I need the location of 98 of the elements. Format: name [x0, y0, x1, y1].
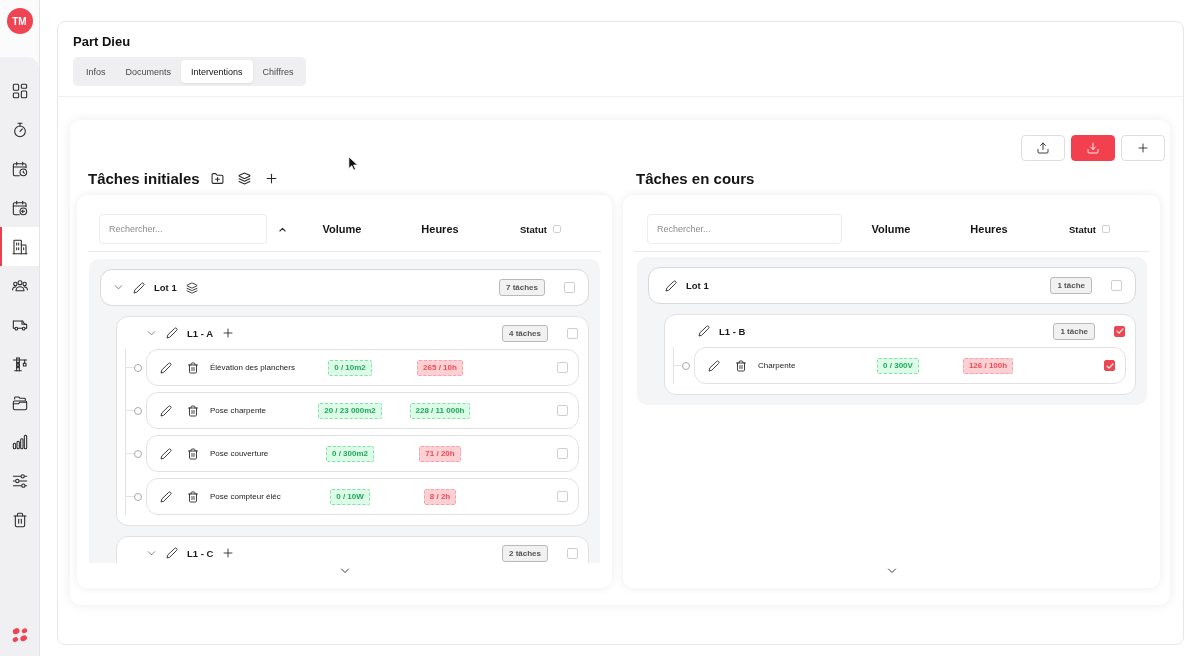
user-avatar[interactable]: TM [6, 8, 33, 34]
tree-node-icon [134, 449, 142, 458]
tree-node-icon [134, 492, 142, 501]
stopwatch-icon [11, 121, 28, 138]
tab[interactable]: Chiffres [252, 60, 304, 83]
task-count-badge: 4 tâches [501, 324, 548, 342]
hours-badge: 228 / 11 000h [409, 402, 471, 419]
volume-badge: 0 / 10m2 [328, 359, 372, 376]
volume-badge: 20 / 23 000m2 [318, 402, 382, 419]
sliders-icon [11, 472, 28, 489]
checkbox[interactable] [1104, 360, 1115, 371]
add-button[interactable] [1121, 135, 1165, 161]
tree-node-icon [134, 406, 142, 415]
trash-icon[interactable] [187, 361, 199, 374]
panel-title: Tâches en cours [636, 169, 755, 187]
task-name: Pose couverture [210, 449, 270, 458]
dots-logo-icon [11, 627, 28, 642]
checkbox[interactable] [1101, 225, 1110, 233]
check-icon [1115, 327, 1124, 335]
column-header: Statut [1069, 223, 1096, 235]
panel-title: Tâches initiales [88, 169, 200, 187]
trash-icon [11, 511, 28, 528]
trash-icon[interactable] [735, 359, 747, 372]
dashboard-icon [11, 82, 28, 99]
checkbox[interactable] [1114, 325, 1125, 337]
hours-badge: 126 / 100h [962, 357, 1014, 374]
pencil-icon[interactable] [166, 327, 178, 339]
pointer-cursor-icon [348, 156, 358, 171]
column-header: Volume [870, 223, 912, 235]
folder-plus-icon[interactable] [210, 171, 224, 185]
task-count-badge: 1 tâche [1050, 277, 1092, 294]
task-name: Pose charpente [210, 406, 268, 415]
upload-icon [1037, 142, 1049, 154]
pencil-icon[interactable] [665, 279, 677, 292]
pencil-icon[interactable] [698, 325, 710, 337]
volume-badge: 0 / 10W [330, 488, 370, 505]
tree-node-icon [134, 363, 142, 372]
calendar-clock-icon [11, 160, 28, 177]
task-count-badge: 7 tâches [498, 279, 545, 296]
plus-icon [1137, 142, 1149, 154]
sub-lot-name: L1 - C [187, 547, 214, 559]
layers-icon[interactable] [185, 281, 198, 294]
volume-badge: 0 / 300m2 [326, 445, 374, 462]
checkbox[interactable] [557, 448, 568, 459]
pencil-icon[interactable] [160, 447, 172, 460]
column-header: Volume [321, 223, 363, 235]
checkbox[interactable] [557, 405, 568, 416]
tab[interactable]: Documents [115, 60, 182, 83]
checkbox[interactable] [564, 282, 575, 293]
calendar-arrow-icon [11, 199, 28, 216]
crane-icon [11, 355, 28, 372]
volume-badge: 0 / 300V [877, 357, 919, 374]
checkbox[interactable] [557, 362, 568, 373]
layers-icon[interactable] [237, 171, 251, 185]
folders-icon [11, 394, 28, 411]
checkbox[interactable] [1111, 280, 1122, 291]
checkbox[interactable] [552, 225, 561, 233]
checkbox[interactable] [557, 491, 568, 502]
pencil-icon[interactable] [133, 281, 145, 294]
hours-badge: 265 / 10h [417, 359, 463, 376]
users-icon [11, 277, 28, 294]
upload-button[interactable] [1021, 135, 1065, 161]
sub-lot-name: L1 - A [187, 327, 214, 339]
trash-icon[interactable] [187, 490, 199, 503]
search-field[interactable]: Rechercher... [99, 214, 267, 244]
task-name: Élévation des planchers [210, 363, 296, 372]
tab[interactable]: Infos [76, 60, 116, 83]
task-name: Pose compteur éléc [210, 492, 282, 501]
tab[interactable]: Interventions [181, 60, 253, 83]
hours-badge: 71 / 20h [419, 445, 461, 462]
pencil-icon[interactable] [160, 404, 172, 417]
pencil-icon[interactable] [160, 361, 172, 374]
pencil-icon[interactable] [160, 490, 172, 503]
search-field[interactable]: Rechercher... [647, 214, 842, 244]
lot-name: Lot 1 [686, 280, 709, 291]
pencil-icon[interactable] [166, 547, 178, 559]
check-icon [1105, 361, 1114, 370]
trash-icon[interactable] [187, 404, 199, 417]
page-title: Part Dieu [73, 34, 132, 50]
checkbox[interactable] [567, 547, 578, 559]
column-header: Statut [520, 223, 547, 235]
task-name: Charpente [758, 361, 797, 370]
pencil-icon[interactable] [708, 359, 720, 372]
plus-icon[interactable] [264, 171, 278, 185]
column-header: Heures [969, 223, 1009, 235]
bar-chart-icon [11, 433, 28, 450]
task-count-badge: 2 tâches [501, 544, 548, 562]
download-icon [1087, 142, 1099, 154]
buildings-icon [11, 238, 28, 255]
lot-name: Lot 1 [154, 282, 177, 293]
task-count-badge: 1 tâche [1053, 322, 1095, 340]
hours-badge: 8 / 2h [423, 488, 457, 505]
nav-button[interactable] [0, 227, 39, 266]
column-header: Heures [420, 223, 460, 235]
tree-node-icon [682, 361, 690, 370]
checkbox[interactable] [567, 327, 578, 339]
sub-lot-name: L1 - B [719, 325, 746, 337]
trash-icon[interactable] [187, 447, 199, 460]
